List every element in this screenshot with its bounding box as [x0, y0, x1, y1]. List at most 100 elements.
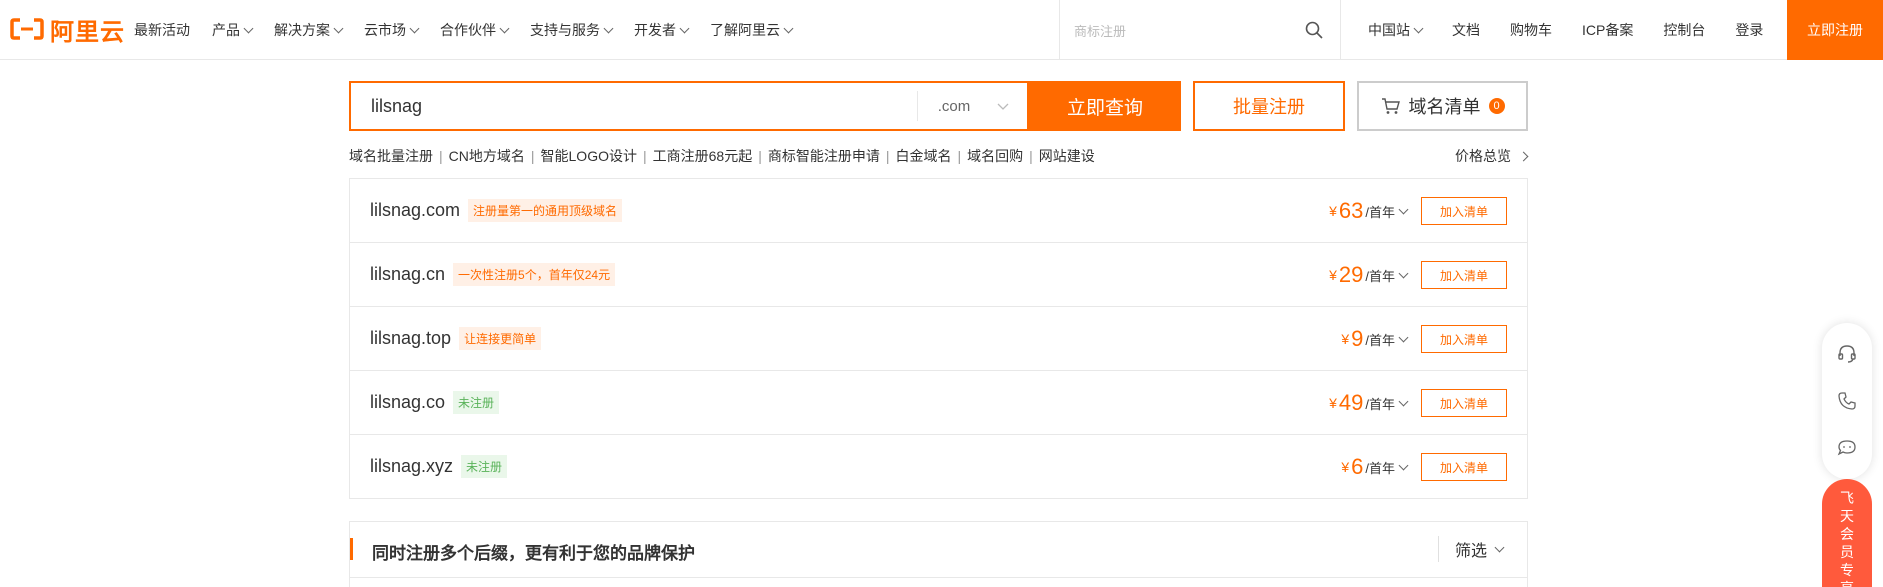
- quick-link-logo-design[interactable]: 智能LOGO设计: [541, 146, 637, 166]
- chevron-down-icon: [679, 23, 690, 34]
- nav-item-partners[interactable]: 合作伙伴: [440, 20, 510, 40]
- domain-cart-label: 域名清单: [1408, 97, 1481, 117]
- phone-icon[interactable]: [1836, 390, 1858, 412]
- quick-link-batch-register[interactable]: 域名批量注册: [349, 146, 433, 166]
- nav-item-label: 云市场: [364, 22, 406, 38]
- price: ¥ 9 /首年: [1341, 307, 1409, 371]
- login-link[interactable]: 登录: [1735, 20, 1763, 40]
- suffix-select[interactable]: .com: [917, 91, 1030, 121]
- vip-label: 飞天会员专享: [1840, 490, 1854, 587]
- section-title: 同时注册多个后缀，更有利于您的品牌保护: [372, 544, 695, 563]
- price-unit: /首年: [1365, 396, 1395, 412]
- nav-item-label: 支持与服务: [530, 22, 600, 38]
- console-link[interactable]: 控制台: [1663, 20, 1705, 40]
- divider: |: [439, 148, 443, 164]
- price-period-selector[interactable]: /首年: [1365, 458, 1409, 477]
- quick-link-website-building[interactable]: 网站建设: [1039, 146, 1095, 166]
- domain-result-row: lilsnag.co 未注册 ¥ 49 /首年 加入清单: [350, 371, 1527, 435]
- shopping-cart-icon: [1381, 98, 1400, 114]
- price-period-selector[interactable]: /首年: [1365, 394, 1409, 413]
- headset-icon[interactable]: [1836, 343, 1858, 365]
- currency-symbol: ¥: [1329, 395, 1337, 411]
- divider: |: [957, 148, 962, 164]
- docs-link[interactable]: 文档: [1452, 20, 1480, 40]
- promo-tag: 让连接更简单: [459, 327, 542, 350]
- price-overview-label: 价格总览: [1455, 148, 1511, 164]
- chevron-down-icon: [333, 23, 344, 34]
- aliyun-logo-icon: [10, 18, 44, 40]
- suffix-value: .com: [937, 97, 971, 115]
- nav-item-support[interactable]: 支持与服务: [530, 20, 614, 40]
- quick-link-cn-regional[interactable]: CN地方域名: [449, 146, 525, 166]
- chevron-down-icon: [783, 23, 794, 34]
- add-to-list-button[interactable]: 加入清单: [1421, 389, 1507, 417]
- section-accent-bar: [350, 538, 353, 560]
- chevron-down-icon: [1398, 204, 1409, 215]
- quick-link-trademark[interactable]: 商标智能注册申请: [768, 146, 880, 166]
- price: ¥ 63 /首年: [1329, 179, 1409, 243]
- chevron-right-icon: [1518, 151, 1529, 161]
- icp-link[interactable]: ICP备案: [1582, 20, 1633, 40]
- vip-member-tab[interactable]: 飞天会员专享: [1822, 479, 1872, 587]
- nav-item-latest-activities[interactable]: 最新活动: [134, 20, 190, 40]
- price-period-selector[interactable]: /首年: [1365, 202, 1409, 221]
- chevron-down-icon: [1398, 332, 1409, 343]
- region-label: 中国站: [1368, 22, 1410, 38]
- price-value: 63: [1338, 198, 1364, 223]
- nav-item-label: 最新活动: [134, 22, 190, 38]
- promo-tag: 一次性注册5个，首年仅24元: [453, 263, 616, 286]
- domain-search-row: .com 立即查询 批量注册 域名清单 0: [349, 81, 1528, 131]
- price: ¥ 6 /首年: [1341, 435, 1409, 499]
- quick-link-domain-buyback[interactable]: 域名回购: [967, 146, 1023, 166]
- nav-item-label: 了解阿里云: [710, 22, 780, 38]
- price: ¥ 49 /首年: [1329, 371, 1409, 435]
- domain-name: lilsnag.cn: [370, 264, 446, 284]
- price-unit: /首年: [1365, 268, 1395, 284]
- domain-name: lilsnag.com: [370, 200, 461, 220]
- chat-bubble-icon[interactable]: [1836, 437, 1858, 459]
- cart-count-badge: 0: [1488, 98, 1505, 114]
- domain-name: lilsnag.co: [370, 392, 446, 412]
- price-unit: /首年: [1365, 204, 1395, 220]
- domain-result-row: lilsnag.com 注册量第一的通用顶级域名 ¥ 63 /首年 加入清单: [350, 179, 1527, 243]
- divider: |: [758, 148, 762, 164]
- region-selector[interactable]: 中国站: [1368, 20, 1424, 40]
- add-to-list-button[interactable]: 加入清单: [1421, 453, 1507, 481]
- nav-item-solutions[interactable]: 解决方案: [274, 20, 344, 40]
- add-to-list-button[interactable]: 加入清单: [1421, 325, 1507, 353]
- filter-label: 筛选: [1454, 543, 1487, 560]
- nav-item-products[interactable]: 产品: [212, 20, 254, 40]
- cart-link[interactable]: 购物车: [1510, 20, 1552, 40]
- nav-item-label: 开发者: [634, 22, 676, 38]
- quick-link-platinum-domain[interactable]: 白金域名: [895, 146, 951, 166]
- price-period-selector[interactable]: /首年: [1365, 266, 1409, 285]
- price-period-selector[interactable]: /首年: [1365, 330, 1409, 349]
- filter-dropdown[interactable]: 筛选: [1437, 536, 1505, 562]
- main-nav: 最新活动 产品 解决方案 云市场 合作伙伴 支持与服务 开发者 了解阿里云: [134, 0, 814, 60]
- add-to-list-button[interactable]: 加入清单: [1421, 197, 1507, 225]
- add-to-list-button[interactable]: 加入清单: [1421, 261, 1507, 289]
- domain-search-input[interactable]: [369, 94, 933, 118]
- search-icon[interactable]: [1304, 20, 1324, 40]
- chevron-down-icon: [1398, 396, 1409, 407]
- aliyun-logo[interactable]: 阿里云: [10, 14, 125, 46]
- domain-result-row: lilsnag.cn 一次性注册5个，首年仅24元 ¥ 29 /首年 加入清单: [350, 243, 1527, 307]
- chevron-down-icon: [1494, 542, 1505, 553]
- price-unit: /首年: [1365, 332, 1395, 348]
- domain-result-row: lilsnag.top 让连接更简单 ¥ 9 /首年 加入清单: [350, 307, 1527, 371]
- nav-item-label: 解决方案: [274, 22, 330, 38]
- nav-item-label: 合作伙伴: [440, 22, 496, 38]
- nav-item-developers[interactable]: 开发者: [634, 20, 690, 40]
- divider: |: [530, 148, 535, 164]
- domain-cart-button[interactable]: 域名清单 0: [1357, 81, 1528, 131]
- top-search-input[interactable]: [1072, 18, 1296, 44]
- nav-item-marketplace[interactable]: 云市场: [364, 20, 420, 40]
- domain-name: lilsnag.top: [370, 328, 452, 348]
- batch-register-button[interactable]: 批量注册: [1193, 81, 1345, 131]
- register-button[interactable]: 立即注册: [1787, 0, 1883, 60]
- nav-item-about[interactable]: 了解阿里云: [710, 20, 794, 40]
- quick-links: 域名批量注册 | CN地方域名 | 智能LOGO设计 | 工商注册68元起 | …: [349, 146, 1095, 166]
- price-overview-link[interactable]: 价格总览: [1455, 146, 1529, 166]
- quick-link-business-registration[interactable]: 工商注册68元起: [653, 146, 753, 166]
- query-button[interactable]: 立即查询: [1029, 81, 1181, 131]
